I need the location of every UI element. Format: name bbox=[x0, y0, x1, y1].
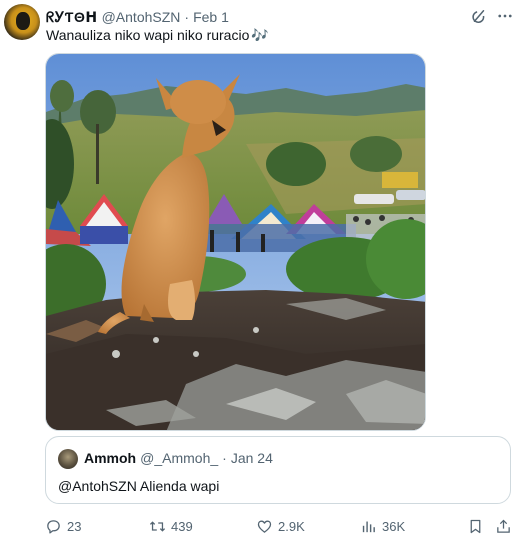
display-name[interactable]: ᖇᎩƬΘᕼ bbox=[46, 9, 98, 26]
views-count: 36K bbox=[382, 518, 406, 534]
quote-avatar[interactable] bbox=[58, 449, 78, 469]
reply-icon bbox=[47, 519, 60, 534]
share-button[interactable] bbox=[495, 514, 517, 538]
share-icon bbox=[497, 519, 510, 533]
repost-button[interactable]: 439 bbox=[149, 514, 193, 538]
tweet[interactable]: ᖇᎩƬΘᕼ @AntohSZN · Feb 1 Wanauliza niko w… bbox=[0, 0, 530, 554]
grok-icon bbox=[472, 10, 485, 23]
music-notes-emoji: 🎶 bbox=[251, 27, 269, 43]
tweet-text-body: Wanauliza niko wapi niko ruracio bbox=[46, 27, 250, 43]
reply-button[interactable]: 23 bbox=[45, 514, 81, 538]
tweet-photo[interactable] bbox=[45, 53, 426, 431]
like-button[interactable]: 2.9K bbox=[256, 514, 305, 538]
views-icon bbox=[362, 521, 375, 532]
more-icon bbox=[498, 14, 512, 18]
tweet-date[interactable]: Feb 1 bbox=[193, 9, 229, 25]
separator-dot: · bbox=[184, 9, 190, 25]
quote-handle[interactable]: @_Ammoh_ bbox=[140, 450, 218, 466]
reply-count: 23 bbox=[67, 518, 82, 534]
bookmark-icon bbox=[470, 519, 481, 533]
grok-button[interactable] bbox=[468, 5, 490, 27]
action-bar: 23 439 2.9K 36K bbox=[45, 514, 515, 538]
dog-overlooking-ceremony-photo bbox=[46, 54, 425, 430]
quote-date[interactable]: Jan 24 bbox=[231, 450, 273, 466]
more-button[interactable] bbox=[494, 5, 516, 27]
user-handle[interactable]: @AntohSZN bbox=[102, 9, 181, 25]
bookmark-button[interactable] bbox=[467, 514, 489, 538]
quote-header: Ammoh @_Ammoh_ · Jan 24 bbox=[84, 450, 273, 466]
tweet-text: Wanauliza niko wapi niko ruracio 🎶 bbox=[46, 27, 269, 44]
like-count: 2.9K bbox=[278, 518, 305, 534]
views-button[interactable]: 36K bbox=[360, 514, 405, 538]
repost-icon bbox=[149, 520, 166, 532]
quote-display-name[interactable]: Ammoh bbox=[84, 450, 136, 466]
avatar[interactable] bbox=[4, 4, 40, 40]
tweet-header: ᖇᎩƬΘᕼ @AntohSZN · Feb 1 bbox=[46, 7, 229, 27]
quote-text: @AntohSZN Alienda wapi bbox=[58, 478, 220, 494]
repost-count: 439 bbox=[171, 518, 193, 534]
quote-separator-dot: · bbox=[222, 450, 227, 466]
quoted-tweet[interactable]: Ammoh @_Ammoh_ · Jan 24 @AntohSZN Aliend… bbox=[45, 436, 511, 504]
heart-icon bbox=[257, 520, 272, 533]
